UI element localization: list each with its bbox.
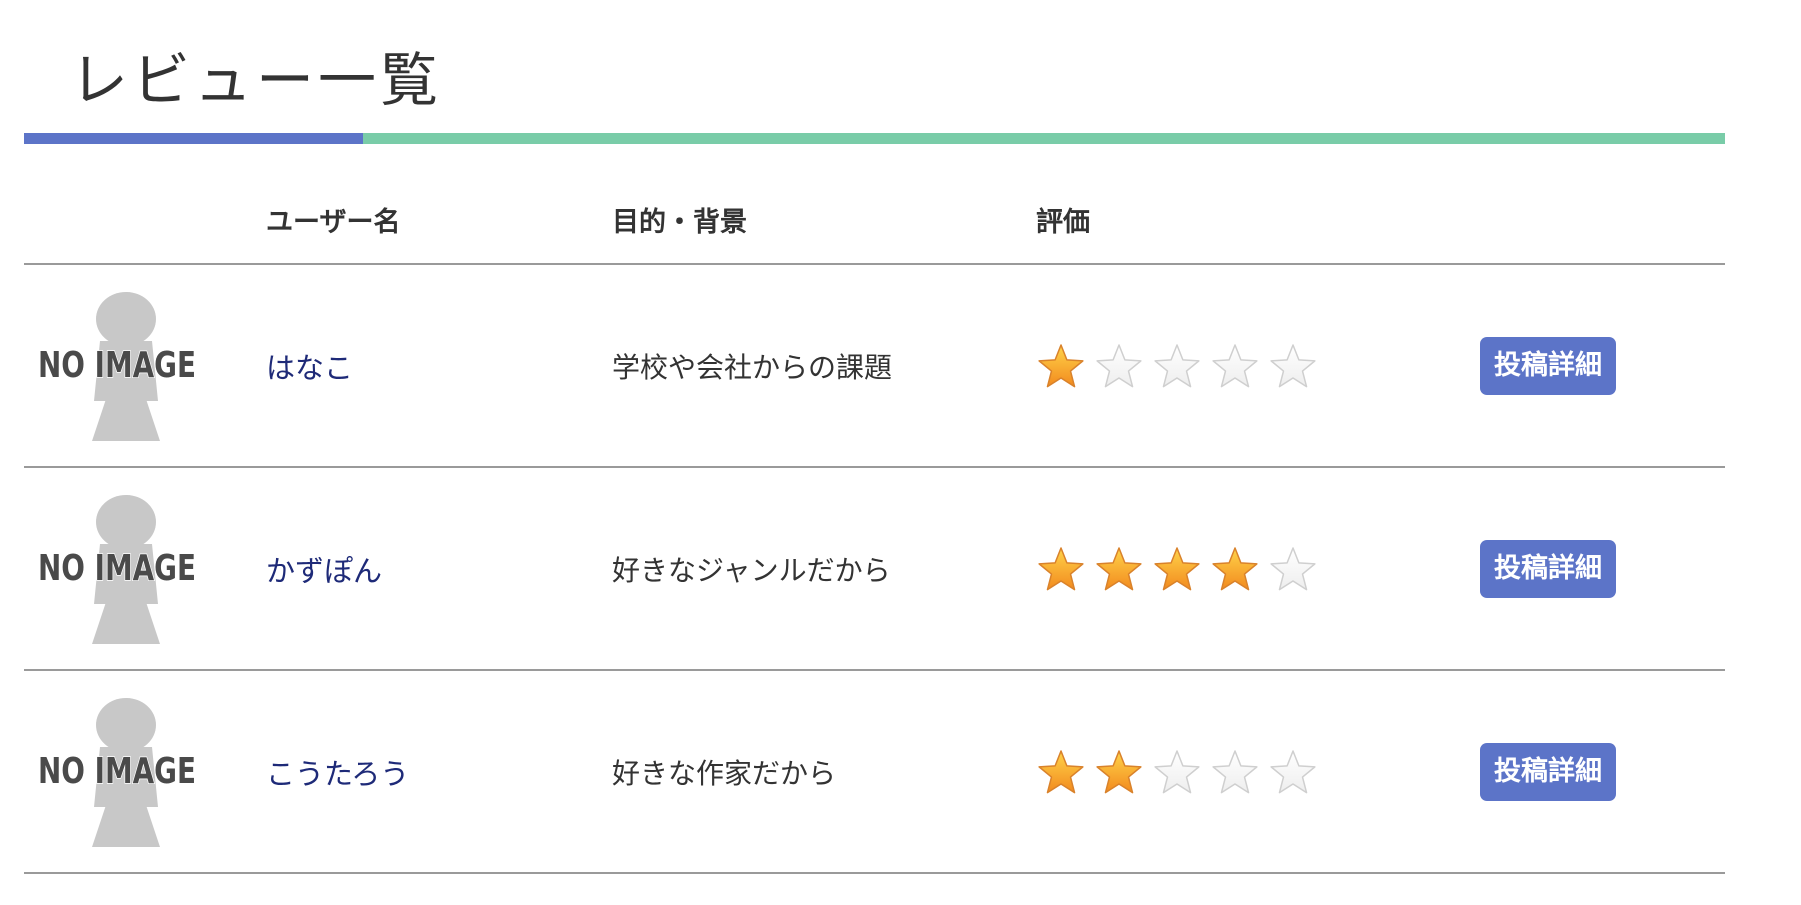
header-action (1456, 175, 1725, 265)
action-cell: 投稿詳細 (1456, 467, 1725, 671)
star-filled-icon (1096, 749, 1142, 793)
avatar-placeholder-label: NO IMAGE (38, 548, 196, 589)
star-filled-icon (1038, 343, 1084, 387)
post-detail-button[interactable]: 投稿詳細 (1480, 336, 1616, 395)
header-rating: 評価 (1036, 175, 1456, 265)
star-empty-icon (1212, 343, 1258, 387)
rating-cell (1036, 467, 1456, 671)
star-rating (1036, 544, 1456, 594)
star-filled-icon (1038, 546, 1084, 590)
star-empty-icon (1096, 343, 1142, 387)
star-filled-icon (1096, 546, 1142, 590)
review-table: ユーザー名 目的・背景 評価 NO IMAGE はなこ 学校や会社からの課題 投稿詳細… (24, 175, 1725, 874)
rating-cell (1036, 264, 1456, 468)
user-name-link[interactable]: かずぽん (266, 554, 382, 588)
user-name-link[interactable]: こうたろう (266, 757, 409, 791)
no-image-icon: NO IMAGE (38, 291, 197, 441)
page-title: レビュー一覧 (70, 46, 443, 114)
star-empty-icon (1154, 749, 1200, 793)
avatar-cell: NO IMAGE (24, 264, 266, 468)
star-rating (1036, 747, 1456, 797)
table-header-row: ユーザー名 目的・背景 評価 (24, 175, 1725, 265)
no-image-icon: NO IMAGE (38, 697, 197, 847)
star-filled-icon (1154, 546, 1200, 590)
star-rating (1036, 341, 1456, 391)
post-detail-button[interactable]: 投稿詳細 (1480, 742, 1616, 801)
title-underline (24, 133, 1725, 144)
star-empty-icon (1270, 343, 1316, 387)
avatar-cell: NO IMAGE (24, 467, 266, 671)
review-list: NO IMAGE はなこ 学校や会社からの課題 投稿詳細 NO IMAGE かずぽん 好きな… (24, 264, 1725, 874)
star-filled-icon (1038, 749, 1084, 793)
user-cell: はなこ (266, 264, 612, 468)
purpose-cell: 好きな作家だから (612, 670, 1036, 874)
action-cell: 投稿詳細 (1456, 670, 1725, 874)
user-cell: かずぽん (266, 467, 612, 671)
table-row: NO IMAGE こうたろう 好きな作家だから 投稿詳細 (24, 670, 1725, 874)
user-name-link[interactable]: はなこ (266, 351, 353, 385)
user-cell: こうたろう (266, 670, 612, 874)
purpose-cell: 学校や会社からの課題 (612, 264, 1036, 468)
header-image (24, 175, 266, 265)
table-row: NO IMAGE かずぽん 好きなジャンルだから 投稿詳細 (24, 467, 1725, 671)
rating-cell (1036, 670, 1456, 874)
purpose-text: 好きな作家だから (612, 756, 837, 790)
header-user: ユーザー名 (266, 175, 612, 265)
avatar-placeholder-label: NO IMAGE (38, 345, 196, 386)
star-filled-icon (1212, 546, 1258, 590)
action-cell: 投稿詳細 (1456, 264, 1725, 468)
post-detail-button[interactable]: 投稿詳細 (1480, 539, 1616, 598)
star-empty-icon (1270, 546, 1316, 590)
purpose-text: 学校や会社からの課題 (612, 350, 893, 384)
avatar-placeholder-label: NO IMAGE (38, 751, 196, 792)
header-purpose: 目的・背景 (612, 175, 1036, 265)
no-image-icon: NO IMAGE (38, 494, 197, 644)
table-row: NO IMAGE はなこ 学校や会社からの課題 投稿詳細 (24, 264, 1725, 468)
star-empty-icon (1154, 343, 1200, 387)
avatar-cell: NO IMAGE (24, 670, 266, 874)
title-underline-accent (24, 133, 363, 144)
star-empty-icon (1270, 749, 1316, 793)
purpose-text: 好きなジャンルだから (612, 553, 891, 587)
purpose-cell: 好きなジャンルだから (612, 467, 1036, 671)
star-empty-icon (1212, 749, 1258, 793)
